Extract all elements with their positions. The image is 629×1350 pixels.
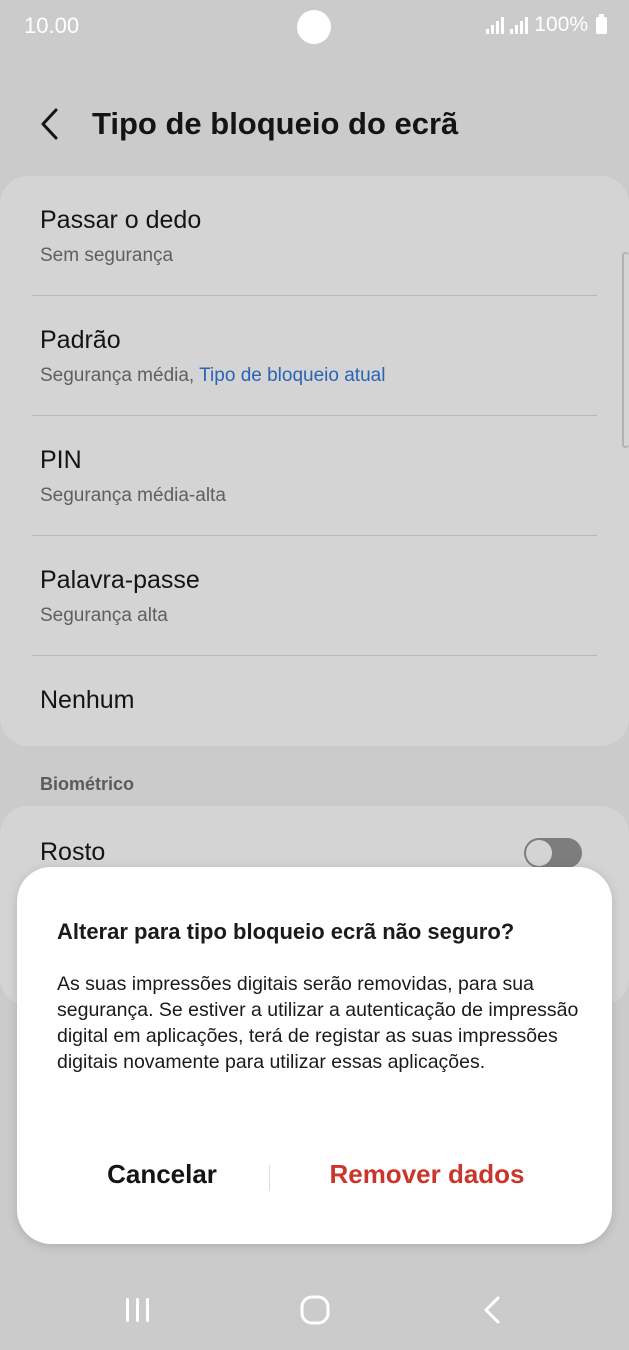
option-subtitle-text: Segurança média, (40, 365, 200, 386)
option-title: Rosto (40, 838, 106, 866)
option-title: Palavra-passe (40, 566, 200, 594)
recents-button[interactable] (110, 1282, 170, 1338)
scrollbar[interactable] (622, 252, 629, 448)
remove-data-button[interactable]: Remover dados (307, 1159, 547, 1190)
status-indicators: 100% (486, 13, 607, 37)
header: Tipo de bloqueio do ecrã (0, 88, 629, 164)
chevron-left-icon (41, 108, 58, 140)
status-bar: 10.00 100% (0, 0, 629, 54)
face-toggle[interactable] (524, 838, 582, 868)
option-title: Padrão (40, 326, 121, 354)
status-time: 10.00 (24, 13, 80, 38)
option-none[interactable]: Nenhum (0, 656, 629, 746)
battery-percent: 100% (534, 13, 588, 36)
camera-cutout (297, 10, 331, 44)
navigation-bar (0, 1270, 629, 1350)
option-pattern[interactable]: Padrão Segurança média, Tipo de bloqueio… (0, 296, 629, 416)
home-icon (300, 1295, 330, 1325)
home-button[interactable] (285, 1282, 345, 1338)
recents-icon (126, 1298, 149, 1322)
option-subtitle: Segurança média, Tipo de bloqueio atual (40, 365, 385, 387)
dialog-title: Alterar para tipo bloqueio ecrã não segu… (57, 919, 515, 944)
section-label-biometric: Biométrico (40, 774, 135, 794)
option-subtitle: Segurança média-alta (40, 485, 226, 506)
cancel-button[interactable]: Cancelar (77, 1159, 247, 1190)
back-icon (484, 1296, 500, 1324)
signal-icon (486, 16, 505, 34)
option-title: Passar o dedo (40, 206, 202, 234)
dialog-actions: Cancelar Remover dados (17, 1143, 612, 1207)
option-title: PIN (40, 446, 82, 474)
option-subtitle: Segurança alta (40, 605, 168, 626)
action-divider (269, 1165, 270, 1191)
lock-type-list: Passar o dedo Sem segurança Padrão Segur… (0, 176, 629, 746)
signal-icon (510, 16, 529, 34)
battery-icon (596, 13, 607, 34)
option-title: Nenhum (40, 686, 135, 714)
option-subtitle: Sem segurança (40, 245, 174, 266)
option-swipe[interactable]: Passar o dedo Sem segurança (0, 176, 629, 296)
page-title: Tipo de bloqueio do ecrã (92, 106, 459, 141)
toggle-knob (526, 840, 552, 866)
back-button[interactable] (30, 102, 74, 146)
option-password[interactable]: Palavra-passe Segurança alta (0, 536, 629, 656)
dialog-message: As suas impressões digitais serão removi… (57, 973, 579, 1073)
confirm-dialog: Alterar para tipo bloqueio ecrã não segu… (17, 867, 612, 1244)
current-lock-label: Tipo de bloqueio atual (199, 365, 386, 386)
nav-back-button[interactable] (462, 1282, 522, 1338)
option-pin[interactable]: PIN Segurança média-alta (0, 416, 629, 536)
